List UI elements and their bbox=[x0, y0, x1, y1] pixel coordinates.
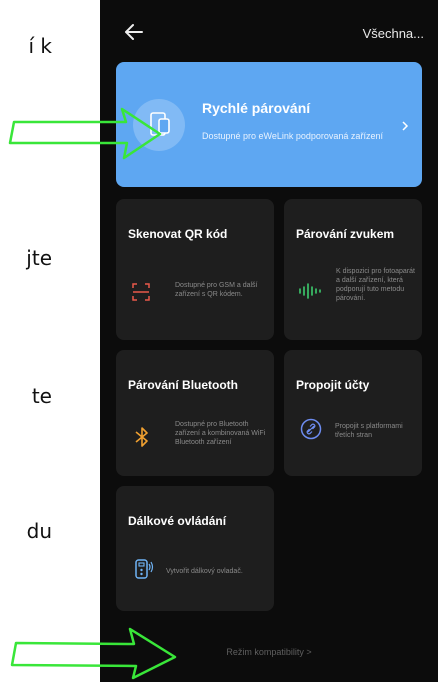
link-accounts-title: Propojit účty bbox=[296, 378, 370, 392]
sound-pairing-card[interactable]: Párování zvukem K dispozici pro fotoapar… bbox=[284, 199, 422, 340]
remote-control-description: Vytvořit dálkový ovladač. bbox=[166, 568, 243, 575]
arrow-left-icon[interactable] bbox=[122, 20, 146, 44]
scan-qr-card[interactable]: Skenovat QR kód Dostupné pro GSM a další… bbox=[116, 199, 274, 340]
green-arrow-icon bbox=[8, 107, 162, 160]
link-icon bbox=[300, 418, 322, 440]
top-bar: Všechna... bbox=[100, 0, 438, 62]
doc-fragment-4: du bbox=[26, 519, 52, 543]
sound-pairing-title: Párování zvukem bbox=[296, 227, 395, 241]
remote-control-title: Dálkové ovládání bbox=[128, 514, 227, 528]
bluetooth-pairing-title: Párování Bluetooth bbox=[128, 378, 239, 392]
doc-fragment-3: te bbox=[31, 384, 52, 408]
link-accounts-description: Propojit s platformami třetích stran bbox=[335, 423, 403, 439]
remote-control-icon bbox=[135, 559, 154, 579]
bluetooth-icon bbox=[135, 427, 148, 447]
doc-fragment-1: í k bbox=[28, 34, 53, 58]
all-devices-link[interactable]: Všechna... bbox=[363, 26, 424, 41]
remote-control-card[interactable]: Dálkové ovládání Vytvořit dálkový ovlada… bbox=[116, 486, 274, 611]
qr-scan-icon bbox=[132, 283, 150, 301]
sound-pairing-description: K dispozici pro fotoaparát a další zaříz… bbox=[336, 268, 415, 302]
sound-wave-icon bbox=[299, 283, 321, 299]
quick-pairing-title: Rychlé párování bbox=[202, 100, 311, 116]
link-accounts-card[interactable]: Propojit účty Propojit s platformami tře… bbox=[284, 350, 422, 476]
scan-qr-title: Skenovat QR kód bbox=[128, 227, 228, 241]
green-arrow-icon bbox=[10, 627, 177, 680]
quick-pairing-description: Dostupné pro eWeLink podporovaná zařízen… bbox=[202, 131, 383, 141]
chevron-right-icon bbox=[402, 121, 409, 131]
doc-fragment-2: jte bbox=[26, 246, 52, 270]
scan-qr-description: Dostupné pro GSM a další zařízení s QR k… bbox=[175, 282, 258, 298]
bluetooth-pairing-card[interactable]: Párování Bluetooth Dostupné pro Bluetoot… bbox=[116, 350, 274, 476]
bluetooth-pairing-description: Dostupné pro Bluetooth zařízení a kombin… bbox=[175, 421, 266, 446]
